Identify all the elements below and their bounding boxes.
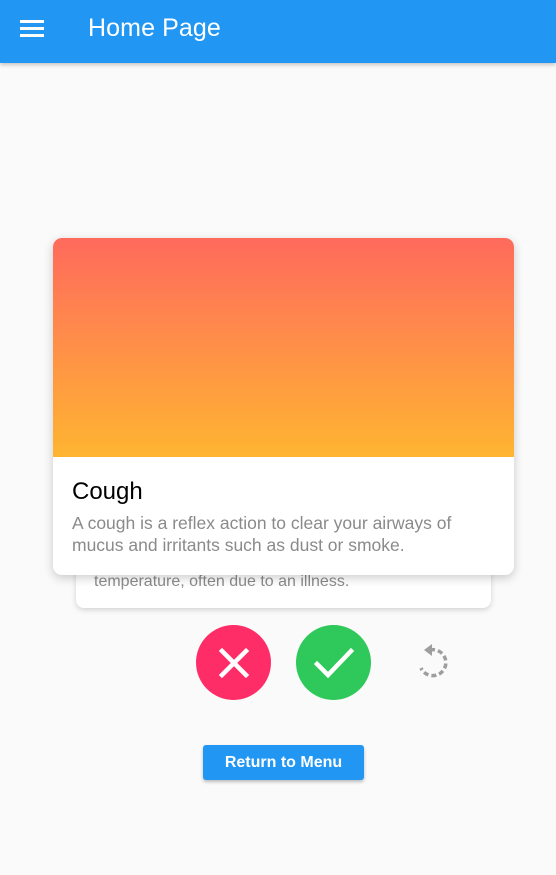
front-card[interactable]: Cough A cough is a reflex action to clea…: [53, 238, 514, 575]
accept-button[interactable]: [296, 625, 371, 700]
page-title: Home Page: [88, 14, 221, 42]
undo-icon: [419, 644, 448, 678]
reject-button[interactable]: [196, 625, 271, 700]
hamburger-menu-icon: [20, 20, 44, 37]
close-icon: [218, 647, 249, 678]
app-bar: Home Page: [0, 0, 556, 63]
back-card-description: temperature, often due to an illness.: [94, 573, 350, 590]
undo-button[interactable]: [411, 640, 455, 684]
check-icon: [313, 647, 354, 678]
card-description: A cough is a reflex action to clear your…: [72, 513, 452, 555]
menu-button[interactable]: [14, 10, 50, 46]
return-to-menu-button[interactable]: Return to Menu: [203, 745, 364, 780]
card-image: [53, 238, 514, 457]
card-title: Cough: [72, 478, 143, 505]
